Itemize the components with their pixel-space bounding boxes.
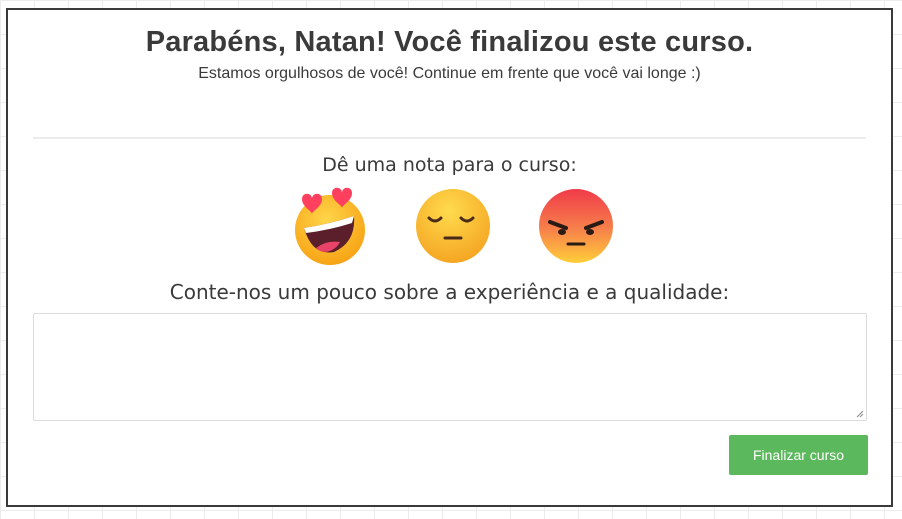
- completion-subtitle: Estamos orgulhosos de você! Continue em …: [198, 65, 701, 82]
- unamused-emoji-icon[interactable]: [413, 186, 493, 266]
- rating-options: [8, 186, 891, 266]
- finish-course-button[interactable]: Finalizar curso: [729, 435, 868, 475]
- angry-emoji-icon[interactable]: [536, 186, 616, 266]
- completion-title: Parabéns, Natan! Você finalizou este cur…: [145, 26, 754, 58]
- resize-handle-icon[interactable]: [856, 410, 864, 418]
- heart-eyes-emoji-icon[interactable]: [290, 186, 370, 266]
- feedback-textarea[interactable]: [33, 313, 867, 421]
- course-completion-modal: Parabéns, Natan! Você finalizou este cur…: [6, 8, 893, 507]
- feedback-label: Conte-nos um pouco sobre a experiência e…: [169, 280, 730, 304]
- rating-label: Dê uma nota para o curso:: [322, 154, 577, 176]
- divider: [33, 137, 866, 139]
